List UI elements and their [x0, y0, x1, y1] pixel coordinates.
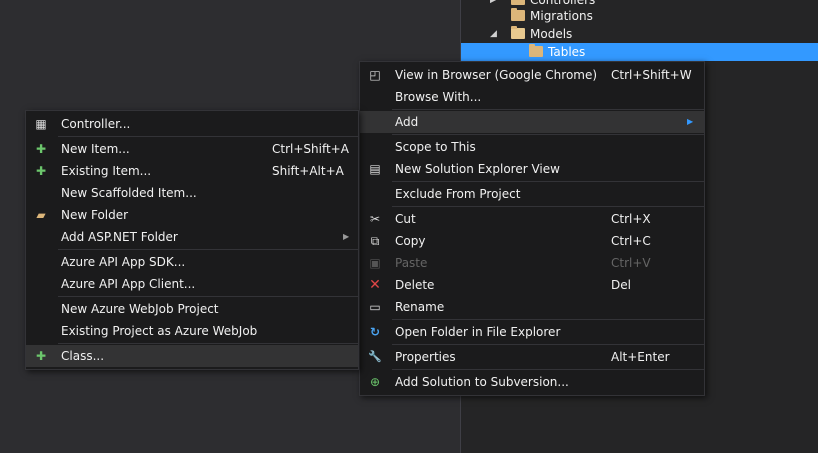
collapse-arrow-icon[interactable]: ◢ — [490, 25, 497, 43]
menu-item-scope-to-this[interactable]: Scope to This — [360, 136, 704, 158]
menu-item-new-solution-explorer-view[interactable]: ▤ New Solution Explorer View — [360, 158, 704, 180]
menu-item-label: Cut — [395, 212, 416, 226]
controller-icon: ▦ — [35, 117, 47, 131]
menu-item-label: New Azure WebJob Project — [61, 302, 219, 316]
tree-item-migrations[interactable]: Migrations — [461, 7, 818, 25]
menu-item-add-asp-net-folder[interactable]: Add ASP.NET Folder ▶ — [26, 226, 358, 248]
menu-item-label: View in Browser (Google Chrome) — [395, 68, 598, 82]
menu-item-label: Existing Item... — [61, 164, 152, 178]
menu-separator — [58, 249, 358, 250]
new-item-icon: ✚ — [35, 142, 47, 156]
menu-item-existing-item[interactable]: ✚ Existing Item... Shift+Alt+A — [26, 160, 358, 182]
menu-item-label: Rename — [395, 300, 445, 314]
tree-item-label: Models — [530, 27, 573, 41]
menu-item-label: Class... — [61, 349, 105, 363]
menu-item-browse-with[interactable]: Browse With... — [360, 86, 704, 108]
menu-item-class[interactable]: ✚ Class... — [26, 345, 358, 367]
add-submenu: ▦ Controller... ✚ New Item... Ctrl+Shift… — [25, 110, 359, 370]
submenu-arrow-icon: ▶ — [687, 117, 694, 126]
menu-item-label: Paste — [395, 256, 428, 270]
menu-separator — [58, 296, 358, 297]
menu-item-label: Azure API App Client... — [61, 277, 196, 291]
menu-item-shortcut: Ctrl+Shift+A — [272, 142, 349, 156]
tree-item-tables[interactable]: Tables — [461, 43, 818, 61]
menu-item-shortcut: Alt+Enter — [611, 350, 670, 364]
menu-separator — [392, 109, 704, 110]
folder-icon — [511, 8, 525, 21]
menu-item-new-scaffolded-item[interactable]: New Scaffolded Item... — [26, 182, 358, 204]
menu-item-controller[interactable]: ▦ Controller... — [26, 113, 358, 135]
open-folder-icon: ↻ — [369, 325, 381, 339]
menu-separator — [392, 319, 704, 320]
menu-item-azure-api-app-client[interactable]: Azure API App Client... — [26, 273, 358, 295]
menu-item-add-solution-to-subversion[interactable]: ⊕ Add Solution to Subversion... — [360, 371, 704, 393]
menu-item-label: Add — [395, 115, 419, 129]
menu-separator — [392, 134, 704, 135]
delete-icon: ✕ — [369, 277, 381, 293]
menu-item-exclude-from-project[interactable]: Exclude From Project — [360, 183, 704, 205]
menu-item-properties[interactable]: 🔧 Properties Alt+Enter — [360, 346, 704, 368]
menu-separator — [392, 206, 704, 207]
menu-item-label: New Folder — [61, 208, 129, 222]
menu-item-label: Add Solution to Subversion... — [395, 375, 569, 389]
submenu-arrow-icon: ▶ — [343, 232, 350, 241]
browser-icon: ◰ — [369, 68, 381, 82]
new-folder-icon: ▰ — [36, 208, 46, 222]
menu-item-shortcut: Ctrl+Shift+W — [611, 68, 692, 82]
menu-item-label: Azure API App SDK... — [61, 255, 186, 269]
menu-item-cut[interactable]: ✂ Cut Ctrl+X — [360, 208, 704, 230]
menu-item-delete[interactable]: ✕ Delete Del — [360, 274, 704, 296]
menu-item-rename[interactable]: ▭ Rename — [360, 296, 704, 318]
subversion-icon: ⊕ — [369, 375, 381, 389]
menu-item-azure-api-app-sdk[interactable]: Azure API App SDK... — [26, 251, 358, 273]
menu-item-label: Existing Project as Azure WebJob — [61, 324, 258, 338]
menu-item-add[interactable]: Add ▶ — [360, 111, 704, 133]
menu-item-open-folder-in-file-explorer[interactable]: ↻ Open Folder in File Explorer — [360, 321, 704, 343]
new-view-icon: ▤ — [369, 162, 381, 176]
menu-item-paste[interactable]: ▣ Paste Ctrl+V — [360, 252, 704, 274]
menu-item-label: New Item... — [61, 142, 130, 156]
menu-item-shortcut: Del — [611, 278, 631, 292]
menu-separator — [392, 344, 704, 345]
menu-item-new-item[interactable]: ✚ New Item... Ctrl+Shift+A — [26, 138, 358, 160]
rename-icon: ▭ — [369, 300, 381, 314]
menu-item-view-in-browser[interactable]: ◰ View in Browser (Google Chrome) Ctrl+S… — [360, 64, 704, 86]
menu-item-label: Properties — [395, 350, 456, 364]
menu-separator — [58, 136, 358, 137]
menu-item-label: New Scaffolded Item... — [61, 186, 197, 200]
context-menu: ◰ View in Browser (Google Chrome) Ctrl+S… — [359, 61, 705, 396]
copy-icon: ⧉ — [370, 234, 380, 248]
menu-item-existing-project-as-azure-webjob[interactable]: Existing Project as Azure WebJob — [26, 320, 358, 342]
menu-item-new-folder[interactable]: ▰ New Folder — [26, 204, 358, 226]
menu-item-label: Scope to This — [395, 140, 476, 154]
menu-item-new-azure-webjob-project[interactable]: New Azure WebJob Project — [26, 298, 358, 320]
menu-item-label: Exclude From Project — [395, 187, 521, 201]
menu-item-label: Open Folder in File Explorer — [395, 325, 561, 339]
add-class-icon: ✚ — [35, 349, 47, 363]
menu-item-label: Browse With... — [395, 90, 482, 104]
tree-item-models[interactable]: ◢ Models — [461, 25, 818, 43]
wrench-icon: 🔧 — [368, 350, 382, 363]
menu-item-label: New Solution Explorer View — [395, 162, 560, 176]
menu-item-shortcut: Ctrl+V — [611, 256, 651, 270]
menu-item-label: Add ASP.NET Folder — [61, 230, 178, 244]
folder-icon — [511, 0, 525, 5]
menu-item-shortcut: Ctrl+X — [611, 212, 651, 226]
folder-open-icon — [511, 26, 525, 39]
tree-item-label: Migrations — [530, 9, 593, 23]
menu-separator — [392, 369, 704, 370]
menu-item-copy[interactable]: ⧉ Copy Ctrl+C — [360, 230, 704, 252]
paste-icon: ▣ — [369, 256, 381, 270]
folder-icon — [529, 44, 543, 57]
menu-item-shortcut: Ctrl+C — [611, 234, 651, 248]
menu-item-label: Delete — [395, 278, 435, 292]
tree-item-label: Tables — [548, 45, 586, 59]
menu-item-label: Copy — [395, 234, 426, 248]
existing-item-icon: ✚ — [35, 164, 47, 178]
scissors-icon: ✂ — [369, 212, 381, 226]
menu-item-label: Controller... — [61, 117, 131, 131]
menu-separator — [392, 181, 704, 182]
menu-item-shortcut: Shift+Alt+A — [272, 164, 344, 178]
menu-separator — [58, 343, 358, 344]
